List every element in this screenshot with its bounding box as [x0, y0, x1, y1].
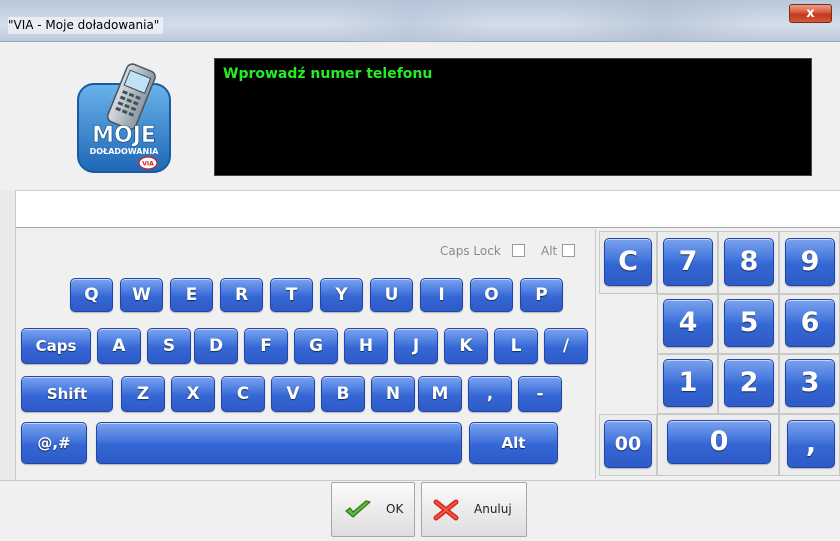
key-comma[interactable]: ,: [468, 376, 512, 412]
cancel-label: Anuluj: [474, 502, 512, 516]
alt-option-checkbox[interactable]: [562, 244, 575, 257]
key-f[interactable]: F: [244, 328, 288, 364]
cross-icon: [433, 499, 459, 521]
key-g[interactable]: G: [294, 328, 338, 364]
key-x[interactable]: X: [171, 376, 215, 412]
close-button[interactable]: x: [789, 4, 832, 23]
key-l[interactable]: L: [494, 328, 538, 364]
key-slash[interactable]: /: [544, 328, 588, 364]
key-t[interactable]: T: [270, 278, 313, 312]
ok-button[interactable]: OK: [331, 482, 415, 537]
key-w[interactable]: W: [120, 278, 163, 312]
key-d[interactable]: D: [194, 328, 238, 364]
symbols-key[interactable]: @,#: [21, 422, 87, 464]
numpad-7[interactable]: 7: [663, 238, 713, 286]
key-s[interactable]: S: [147, 328, 191, 364]
key-n[interactable]: N: [371, 376, 415, 412]
alt-key[interactable]: Alt: [469, 422, 558, 464]
key-o[interactable]: O: [470, 278, 513, 312]
numpad-2[interactable]: 2: [724, 359, 774, 407]
logo-badge: VIA: [142, 161, 154, 168]
key-i[interactable]: I: [420, 278, 463, 312]
key-j[interactable]: J: [394, 328, 438, 364]
numpad-9[interactable]: 9: [785, 238, 835, 286]
moje-doladowania-logo: MOJE DOŁADOWANIA VIA: [77, 63, 171, 173]
alt-option-label: Alt: [541, 244, 558, 258]
numpad-0[interactable]: 0: [667, 420, 771, 464]
key-minus[interactable]: -: [518, 376, 562, 412]
footer-bar: [0, 480, 840, 541]
caps-lock-label: Caps Lock: [440, 244, 501, 258]
ok-label: OK: [386, 502, 404, 516]
titlebar-glass: [560, 0, 760, 42]
numpad-1[interactable]: 1: [663, 359, 713, 407]
phone-input-strip[interactable]: [16, 190, 840, 228]
key-e[interactable]: E: [170, 278, 213, 312]
clear-key[interactable]: C: [604, 238, 652, 286]
key-a[interactable]: A: [97, 328, 141, 364]
key-q[interactable]: Q: [70, 278, 113, 312]
numpad-5[interactable]: 5: [724, 299, 774, 347]
key-u[interactable]: U: [370, 278, 413, 312]
caps-key[interactable]: Caps: [21, 328, 91, 364]
key-r[interactable]: R: [220, 278, 263, 312]
key-p[interactable]: P: [520, 278, 563, 312]
key-z[interactable]: Z: [121, 376, 165, 412]
left-edge-panel: [0, 190, 16, 480]
checkmark-icon: [345, 500, 371, 518]
app-window: "VIA - Moje doładowania" x MOJE DOŁADOWA…: [0, 0, 840, 541]
key-h[interactable]: H: [344, 328, 388, 364]
caps-lock-checkbox[interactable]: [512, 244, 525, 257]
key-c[interactable]: C: [221, 376, 265, 412]
numpad-4[interactable]: 4: [663, 299, 713, 347]
space-key[interactable]: [96, 422, 462, 464]
key-m[interactable]: M: [418, 376, 462, 412]
cancel-button[interactable]: Anuluj: [421, 482, 527, 537]
key-v[interactable]: V: [271, 376, 315, 412]
logo-word-doladowania: DOŁADOWANIA: [90, 147, 160, 156]
title-bar[interactable]: "VIA - Moje doładowania" x: [0, 0, 840, 42]
numpad-8[interactable]: 8: [724, 238, 774, 286]
message-display: Wprowadź numer telefonu: [214, 58, 812, 176]
numpad-comma[interactable]: ,: [787, 420, 835, 468]
display-prompt: Wprowadź numer telefonu: [223, 66, 433, 82]
numpad-6[interactable]: 6: [785, 299, 835, 347]
numpad-3[interactable]: 3: [785, 359, 835, 407]
logo-word-moje: MOJE: [92, 123, 156, 148]
key-b[interactable]: B: [321, 376, 365, 412]
phone-number-input[interactable]: [16, 191, 840, 227]
key-y[interactable]: Y: [320, 278, 363, 312]
numpad-00[interactable]: 00: [604, 420, 652, 468]
key-k[interactable]: K: [444, 328, 488, 364]
shift-key[interactable]: Shift: [21, 376, 113, 412]
close-icon: x: [806, 6, 815, 21]
titlebar-glass: [330, 0, 490, 42]
window-title: "VIA - Moje doładowania": [8, 17, 164, 34]
